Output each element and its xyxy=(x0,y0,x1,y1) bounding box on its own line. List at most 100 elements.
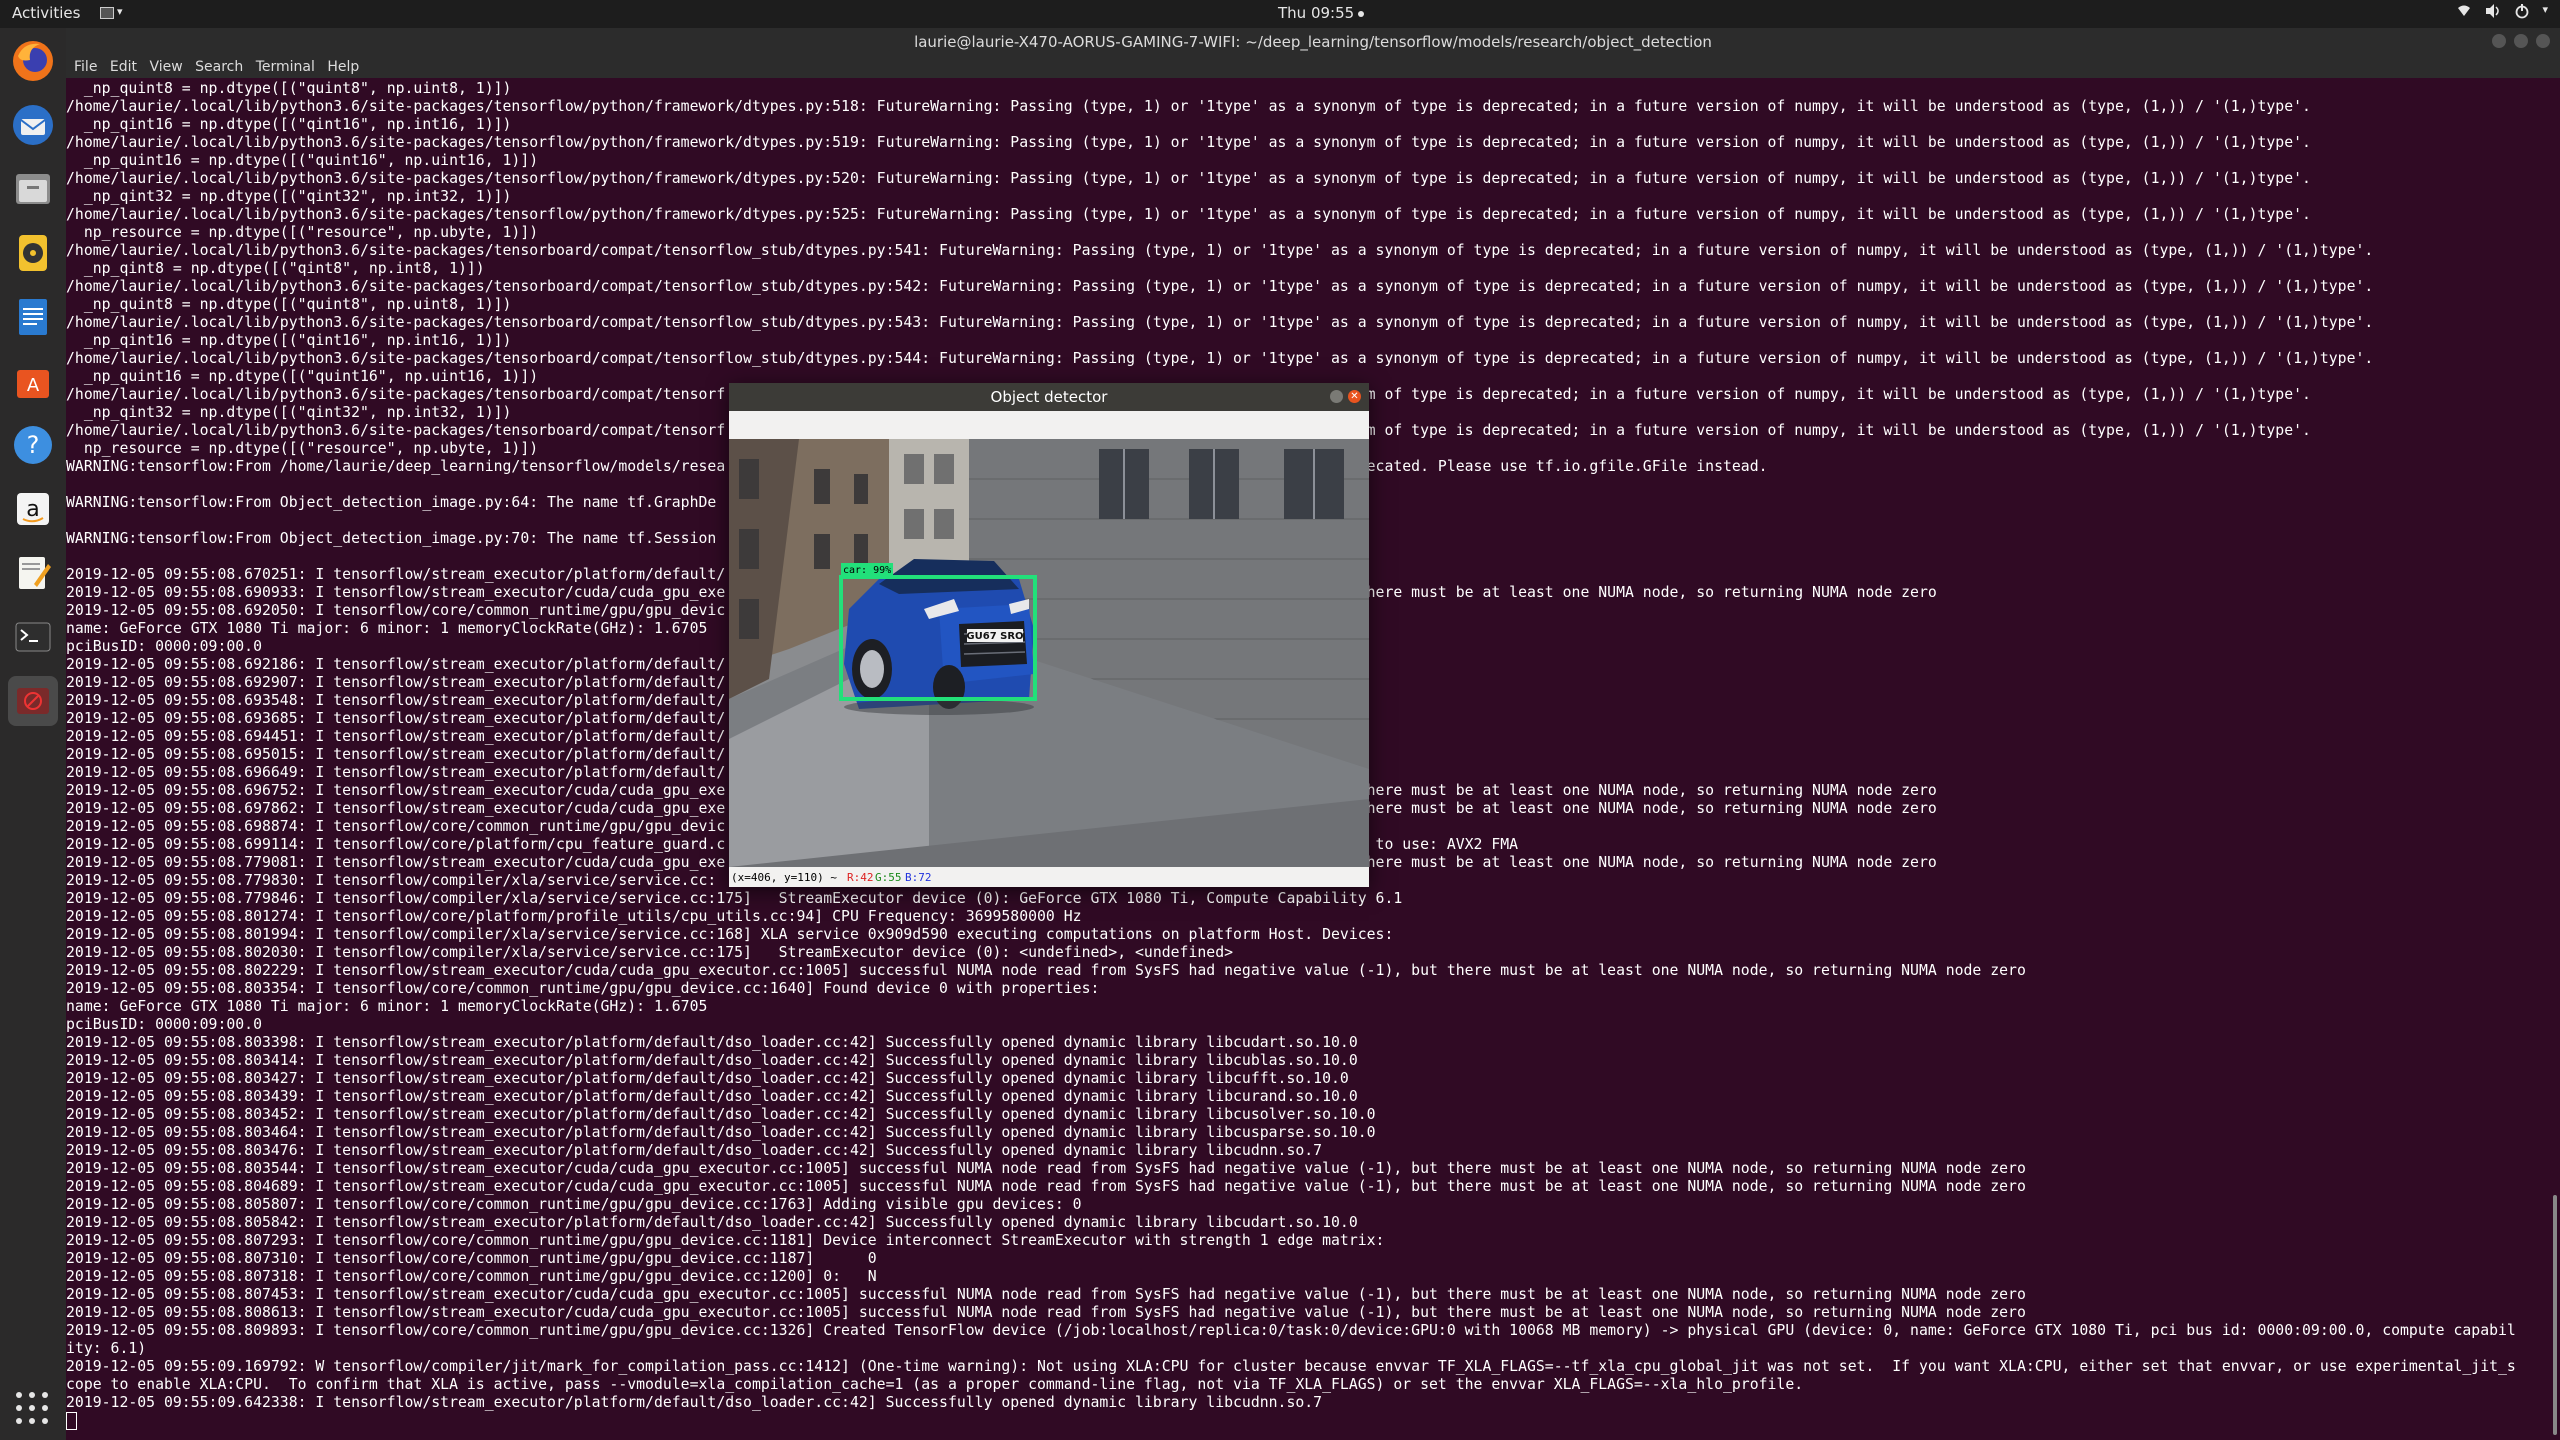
top-bar: Activities ▾ Thu 09:55 ▾ xyxy=(0,0,2560,28)
close-button[interactable]: ✕ xyxy=(1348,390,1361,403)
terminal-line: /home/laurie/.local/lib/python3.6/site-p… xyxy=(66,242,2374,259)
rhythmbox-icon xyxy=(19,235,47,271)
terminal-line: 2019-12-05 09:55:08.809893: I tensorflow… xyxy=(66,1322,2516,1339)
terminal-line: pciBusID: 0000:09:00.0 xyxy=(66,1016,262,1033)
terminal-line: /home/laurie/.local/lib/python3.6/site-p… xyxy=(66,206,2311,223)
files-launcher[interactable] xyxy=(8,164,58,214)
grid-dot-icon xyxy=(29,1418,35,1424)
firefox-launcher[interactable] xyxy=(8,36,58,86)
close-button[interactable] xyxy=(2536,34,2550,48)
terminal-line: 2019-12-05 09:55:08.803354: I tensorflow… xyxy=(66,980,1100,997)
thunderbird-launcher[interactable] xyxy=(8,100,58,150)
terminal-menubar: File Edit View Search Terminal Help xyxy=(66,56,2560,78)
system-tray[interactable]: ▾ xyxy=(2456,3,2548,19)
terminal-line: 2019-12-05 09:55:08.803452: I tensorflow… xyxy=(66,1106,1376,1123)
terminal-line: /home/laurie/.local/lib/python3.6/site-p… xyxy=(66,278,2374,295)
amazon-icon: a xyxy=(17,493,49,525)
object-detector-statusbar: (x=406, y=110) ~ R:42 G:55 B:72 xyxy=(729,867,1369,887)
terminal-line: _np_qint32 = np.dtype([("qint32", np.int… xyxy=(66,188,512,205)
terminal-line: /home/laurie/.local/lib/python3.6/site-p… xyxy=(66,350,2374,367)
terminal-line: 2019-12-05 09:55:08.804689: I tensorflow… xyxy=(66,1178,2026,1195)
terminal-line: 2019-12-05 09:55:08.803414: I tensorflow… xyxy=(66,1052,1358,1069)
status-blue: B:72 xyxy=(905,871,932,884)
grid-dot-icon xyxy=(16,1405,22,1411)
terminal-line: _np_quint8 = np.dtype([("quint8", np.uin… xyxy=(66,80,512,97)
svg-text:a: a xyxy=(26,497,39,522)
text-editor-icon xyxy=(19,557,51,589)
minimize-button[interactable] xyxy=(1330,390,1343,403)
software-launcher[interactable]: A xyxy=(8,356,58,406)
menu-help[interactable]: Help xyxy=(327,59,359,75)
volume-icon xyxy=(2486,4,2500,18)
terminal-line: 2019-12-05 09:55:08.803398: I tensorflow… xyxy=(66,1034,1358,1051)
terminal-line: 2019-12-05 09:55:08.801994: I tensorflow… xyxy=(66,926,1394,943)
terminal-line: name: GeForce GTX 1080 Ti major: 6 minor… xyxy=(66,998,708,1015)
app-window-icon xyxy=(100,7,114,19)
rhythmbox-launcher[interactable] xyxy=(8,228,58,278)
terminal-line: /home/laurie/.local/lib/python3.6/site-p… xyxy=(66,98,2311,115)
menu-edit[interactable]: Edit xyxy=(110,59,137,75)
grid-dot-icon xyxy=(42,1405,48,1411)
detection-image[interactable]: GU67 SRO car: 99% xyxy=(729,439,1369,867)
svg-text:?: ? xyxy=(27,431,40,459)
maximize-button[interactable] xyxy=(2514,34,2528,48)
object-detector-launcher[interactable] xyxy=(8,676,58,726)
license-plate: GU67 SRO xyxy=(966,631,1023,642)
terminal-line: _np_qint16 = np.dtype([("qint16", np.int… xyxy=(66,332,512,349)
object-detector-window[interactable]: Object detector ✕ GU67 SRO car: 99% (x=4… xyxy=(729,383,1369,887)
menu-terminal[interactable]: Terminal xyxy=(256,59,315,75)
status-red: R:42 xyxy=(847,871,874,884)
terminal-launcher[interactable] xyxy=(8,612,58,662)
writer-launcher[interactable] xyxy=(8,292,58,342)
amazon-launcher[interactable]: a xyxy=(8,484,58,534)
terminal-cursor xyxy=(66,1412,77,1430)
terminal-line: 2019-12-05 09:55:08.803544: I tensorflow… xyxy=(66,1160,2026,1177)
chevron-down-icon: ▾ xyxy=(117,5,123,18)
terminal-line: 2019-12-05 09:55:08.802229: I tensorflow… xyxy=(66,962,2026,979)
terminal-scrollbar[interactable] xyxy=(2553,1195,2557,1435)
activities-button[interactable]: Activities xyxy=(12,4,80,22)
minimize-button[interactable] xyxy=(2492,34,2506,48)
grid-dot-icon xyxy=(16,1392,22,1398)
terminal-titlebar[interactable]: laurie@laurie-X470-AORUS-GAMING-7-WIFI: … xyxy=(66,28,2560,56)
object-detector-titlebar[interactable]: Object detector ✕ xyxy=(729,383,1369,411)
grid-dot-icon xyxy=(42,1392,48,1398)
object-detector-toolbar xyxy=(729,411,1369,439)
menu-file[interactable]: File xyxy=(74,59,97,75)
chevron-down-icon: ▾ xyxy=(2542,3,2548,16)
object-detector-title: Object detector xyxy=(990,388,1108,406)
street-scene-image: GU67 SRO car: 99% xyxy=(729,439,1369,867)
terminal-line: /home/laurie/.local/lib/python3.6/site-p… xyxy=(66,314,2374,331)
thunderbird-icon xyxy=(13,105,53,145)
terminal-line: 2019-12-05 09:55:08.807310: I tensorflow… xyxy=(66,1250,877,1267)
terminal-line: 2019-12-05 09:55:08.801274: I tensorflow… xyxy=(66,908,1082,925)
dock: A ? a xyxy=(0,28,66,1440)
terminal-line: 2019-12-05 09:55:09.642338: I tensorflow… xyxy=(66,1394,1323,1411)
help-icon: ? xyxy=(14,426,52,464)
menu-view[interactable]: View xyxy=(149,59,182,75)
terminal-line: 2019-12-05 09:55:08.803427: I tensorflow… xyxy=(66,1070,1349,1087)
terminal-line: _np_qint8 = np.dtype([("qint8", np.int8,… xyxy=(66,260,485,277)
terminal-line: ity: 6.1) xyxy=(66,1340,147,1357)
terminal-line: 2019-12-05 09:55:08.802030: I tensorflow… xyxy=(66,944,1234,961)
terminal-line: _np_quint16 = np.dtype([("quint16", np.u… xyxy=(66,152,539,169)
terminal-title: laurie@laurie-X470-AORUS-GAMING-7-WIFI: … xyxy=(914,33,1712,51)
terminal-icon xyxy=(15,622,51,652)
svg-text:A: A xyxy=(27,375,40,396)
firefox-icon xyxy=(13,41,53,81)
menu-search[interactable]: Search xyxy=(195,59,243,75)
show-applications-button[interactable] xyxy=(16,1392,50,1426)
clock[interactable]: Thu 09:55 xyxy=(1278,4,1365,22)
text-editor-launcher[interactable] xyxy=(8,548,58,598)
grid-dot-icon xyxy=(29,1405,35,1411)
app-menu-indicator[interactable]: ▾ xyxy=(98,4,124,22)
terminal-line: 2019-12-05 09:55:08.807318: I tensorflow… xyxy=(66,1268,877,1285)
grid-dot-icon xyxy=(29,1392,35,1398)
terminal-line: np_resource = np.dtype([("resource", np.… xyxy=(66,224,539,241)
help-launcher[interactable]: ? xyxy=(8,420,58,470)
terminal-line: 2019-12-05 09:55:08.779846: I tensorflow… xyxy=(66,890,1403,907)
terminal-line: 2019-12-05 09:55:08.805807: I tensorflow… xyxy=(66,1196,1082,1213)
clock-label: Thu 09:55 xyxy=(1278,4,1355,22)
software-icon: A xyxy=(17,370,49,398)
status-green: G:55 xyxy=(875,871,902,884)
